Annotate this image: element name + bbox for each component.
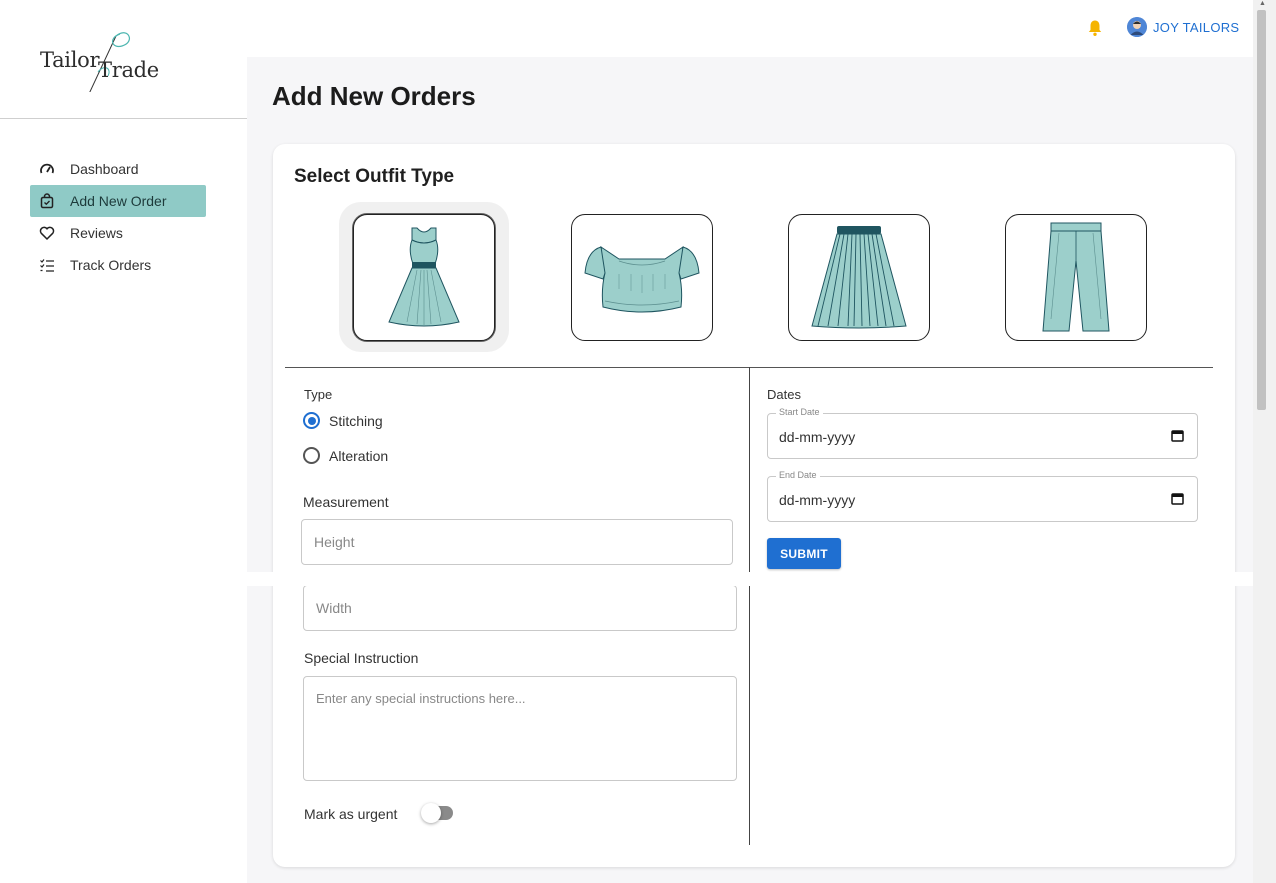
screenshot-seam (0, 572, 1276, 586)
user-name: JOY TAILORS (1153, 19, 1240, 35)
end-date-value: dd-mm-yyyy (779, 492, 856, 508)
main-content: Add New Orders Select Outfit Type Type S… (247, 57, 1253, 883)
user-menu[interactable]: JOY TAILORS (1127, 17, 1239, 37)
urgent-label: Mark as urgent (304, 806, 398, 822)
submit-button[interactable]: SUBMIT (767, 538, 841, 569)
skirt-icon (811, 226, 907, 329)
outfit-option-skirt-wrapper (774, 202, 944, 352)
radio-label: Stitching (329, 412, 383, 429)
sidebar-item-add-new-order[interactable]: Add New Order (30, 185, 206, 217)
heart-icon (39, 225, 55, 241)
start-date-label: Start Date (776, 407, 823, 417)
scroll-up-arrow-icon[interactable]: ▲ (1259, 0, 1266, 7)
checklist-icon (39, 257, 55, 273)
top-bar: JOY TAILORS (247, 0, 1253, 57)
height-input[interactable]: Height (301, 519, 733, 565)
gauge-icon (39, 161, 55, 177)
outfit-option-skirt[interactable] (788, 213, 930, 341)
special-instruction-label: Special Instruction (304, 650, 419, 666)
outfit-option-crop-top-wrapper (557, 202, 727, 352)
start-date-input[interactable]: Start Date dd-mm-yyyy (767, 407, 1198, 459)
special-instruction-textarea[interactable]: Enter any special instructions here... (303, 676, 737, 781)
end-date-label: End Date (776, 470, 820, 480)
sidebar-nav: Dashboard Add New Order Reviews Track Or… (30, 153, 206, 281)
outfit-option-trousers[interactable] (1005, 213, 1147, 341)
sidebar: Tailor Trade Dashboard Add New Order Rev… (0, 0, 247, 883)
logo-text-tailor: Tailor (40, 48, 100, 72)
outfit-option-dress-wrapper (339, 202, 509, 352)
logo-text-trade: Trade (98, 58, 159, 82)
urgent-toggle[interactable] (421, 803, 453, 823)
bell-icon[interactable] (1087, 19, 1103, 37)
end-date-input[interactable]: End Date dd-mm-yyyy (767, 470, 1198, 522)
sidebar-item-track-orders[interactable]: Track Orders (30, 249, 206, 281)
radio-label: Alteration (329, 447, 389, 464)
page-title: Add New Orders (272, 81, 476, 111)
outfit-option-crop-top[interactable] (571, 213, 713, 341)
order-form-card: Select Outfit Type Type Stitching Altera… (273, 144, 1235, 867)
outfit-option-dress[interactable] (353, 213, 495, 341)
radio-stitching[interactable]: Stitching (303, 412, 383, 429)
dates-label: Dates (767, 387, 801, 402)
outfit-option-trousers-wrapper (991, 202, 1161, 352)
calendar-icon[interactable] (1171, 429, 1184, 442)
sidebar-divider (0, 118, 247, 119)
scrollbar-thumb[interactable] (1257, 10, 1266, 410)
dress-icon (388, 227, 460, 327)
sidebar-item-label: Add New Order (70, 193, 167, 209)
outfit-section-title: Select Outfit Type (294, 166, 455, 187)
radio-alteration[interactable]: Alteration (303, 447, 388, 464)
shopping-bag-icon (39, 193, 55, 209)
avatar (1127, 17, 1147, 37)
type-label: Type (304, 387, 333, 402)
radio-button[interactable] (303, 412, 320, 429)
sidebar-item-label: Dashboard (70, 161, 139, 177)
measurement-label: Measurement (303, 494, 389, 510)
trousers-icon (1042, 222, 1110, 332)
sidebar-item-reviews[interactable]: Reviews (30, 217, 206, 249)
column-divider (749, 367, 750, 845)
logo[interactable]: Tailor Trade (38, 28, 188, 92)
sidebar-item-label: Reviews (70, 225, 123, 241)
calendar-icon[interactable] (1171, 492, 1184, 505)
start-date-value: dd-mm-yyyy (779, 429, 856, 445)
crop-top-icon (584, 245, 700, 313)
radio-button[interactable] (303, 447, 320, 464)
width-input[interactable]: Width (303, 585, 737, 631)
sidebar-item-dashboard[interactable]: Dashboard (30, 153, 206, 185)
sidebar-item-label: Track Orders (70, 257, 152, 273)
